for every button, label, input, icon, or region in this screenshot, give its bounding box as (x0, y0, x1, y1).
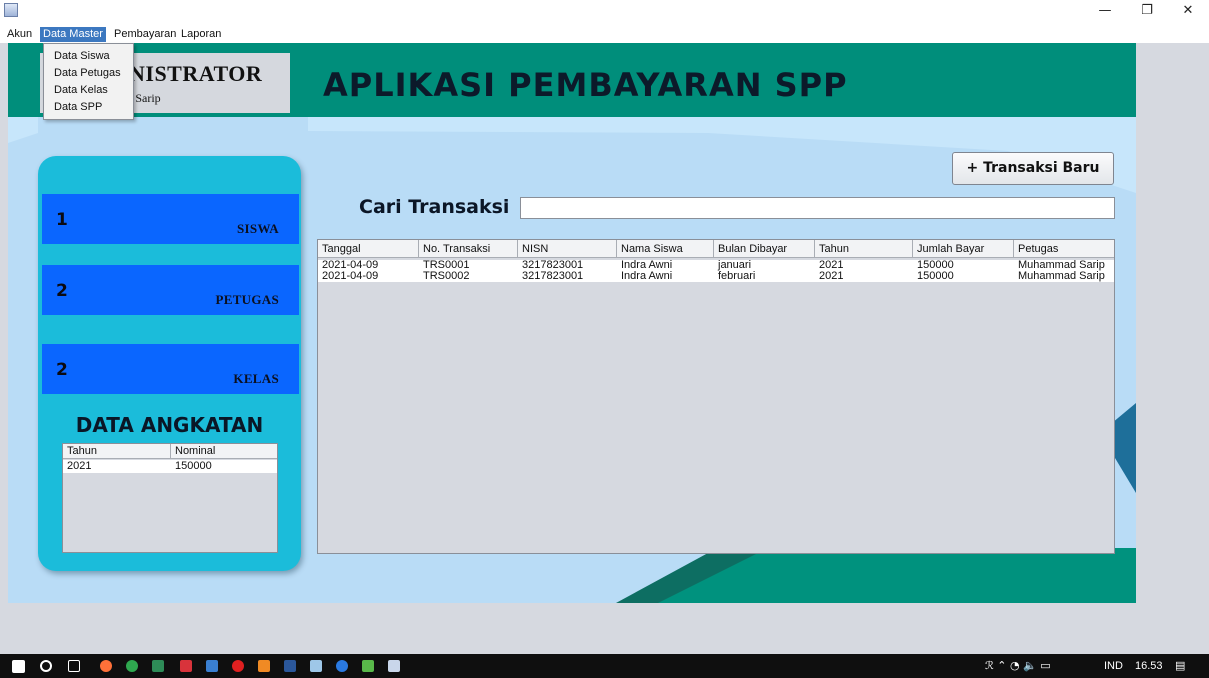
column-header-tahun[interactable]: Tahun (63, 444, 171, 459)
cell-bulan-dibayar: februari (718, 270, 756, 282)
stat-card-kelas: 2 KELAS (42, 344, 299, 394)
column-header-bulan-dibayar[interactable]: Bulan Dibayar (714, 240, 815, 258)
file-explorer-icon[interactable] (206, 660, 218, 672)
angkatan-table[interactable]: Tahun Nominal 2021 150000 (62, 443, 278, 553)
minimize-button[interactable]: — (1085, 0, 1125, 22)
windows-taskbar: ℛ ⌃ ◔ 🔈 ▭ IND 16.53 ▤ (0, 654, 1209, 678)
stat-kelas-label: KELAS (233, 371, 279, 386)
stat-siswa-value: 1 (56, 210, 68, 230)
menu-laporan[interactable]: Laporan (178, 27, 224, 42)
table-row[interactable]: 2021-04-09 TRS0002 3217823001 Indra Awni… (318, 271, 1114, 282)
menu-item-data-siswa[interactable]: Data Siswa (54, 50, 110, 62)
table-header: Tahun Nominal (63, 444, 277, 459)
notes-icon[interactable] (310, 660, 322, 672)
cell-tahun: 2021 (819, 270, 844, 282)
menu-bar: Akun Data Master Pembayaran Laporan (0, 26, 1209, 43)
cell-petugas: Muhammad Sarip (1018, 270, 1105, 282)
angkatan-title: DATA ANGKATAN (75, 413, 264, 437)
stat-card-petugas: 2 PETUGAS (42, 265, 299, 315)
menu-item-data-petugas[interactable]: Data Petugas (54, 67, 121, 79)
transactions-table[interactable]: Tanggal No. Transaksi NISN Nama Siswa Bu… (317, 239, 1115, 554)
xampp-icon[interactable] (258, 660, 270, 672)
chrome-icon[interactable] (126, 660, 138, 672)
cell-jumlah-bayar: 150000 (917, 270, 954, 282)
cell-nisn: 3217823001 (522, 270, 584, 282)
menu-data-master[interactable]: Data Master (40, 27, 106, 42)
close-button[interactable]: ✕ (1168, 0, 1208, 22)
clock[interactable]: 16.53 (1135, 654, 1163, 678)
java-taskbar-icon[interactable] (388, 660, 400, 672)
new-transaction-button[interactable]: + Transaksi Baru (952, 152, 1114, 185)
admin-role-title: NISTRATOR (129, 61, 263, 86)
cell-no-transaksi: TRS0002 (423, 270, 470, 282)
windows-start-icon[interactable] (12, 660, 25, 673)
app-icon[interactable] (362, 660, 374, 672)
search-icon[interactable] (40, 660, 52, 672)
java-app-icon (4, 3, 18, 17)
foxit-icon[interactable] (180, 660, 192, 672)
column-header-tahun[interactable]: Tahun (815, 240, 913, 258)
stat-card-siswa: 1 SISWA (42, 194, 299, 244)
menu-item-data-kelas[interactable]: Data Kelas (54, 84, 108, 96)
table-header: Tanggal No. Transaksi NISN Nama Siswa Bu… (318, 240, 1114, 258)
cell-tanggal: 2021-04-09 (322, 270, 379, 282)
stat-kelas-value: 2 (56, 360, 68, 380)
app-title: APLIKASI PEMBAYARAN SPP (323, 66, 848, 104)
menu-pembayaran[interactable]: Pembayaran (111, 27, 179, 42)
stat-siswa-label: SISWA (237, 221, 279, 236)
task-view-icon[interactable] (68, 660, 80, 672)
netbeans-icon[interactable] (152, 660, 164, 672)
search-label: Cari Transaksi (359, 196, 510, 218)
tray-icons[interactable]: ℛ ⌃ ◔ 🔈 ▭ (985, 654, 1051, 678)
opera-icon[interactable] (232, 660, 244, 672)
window-title-bar: — ❐ ✕ (0, 0, 1209, 26)
edge-icon[interactable] (336, 660, 348, 672)
word-icon[interactable] (284, 660, 296, 672)
column-header-nominal[interactable]: Nominal (171, 444, 277, 459)
cell-nominal: 150000 (175, 460, 212, 472)
column-header-nisn[interactable]: NISN (518, 240, 617, 258)
cell-tahun: 2021 (67, 460, 92, 472)
search-input[interactable] (520, 197, 1115, 219)
menu-item-data-spp[interactable]: Data SPP (54, 101, 102, 113)
column-header-nama-siswa[interactable]: Nama Siswa (617, 240, 714, 258)
stat-petugas-label: PETUGAS (215, 292, 279, 307)
maximize-button[interactable]: ❐ (1127, 0, 1167, 22)
column-header-petugas[interactable]: Petugas (1014, 240, 1114, 258)
column-header-tanggal[interactable]: Tanggal (318, 240, 419, 258)
notification-icon[interactable]: ▤ (1175, 654, 1185, 678)
column-header-no-transaksi[interactable]: No. Transaksi (419, 240, 518, 258)
menu-akun[interactable]: Akun (4, 27, 35, 42)
main-panel: NISTRATOR l Sarip APLIKASI PEMBAYARAN SP… (8, 43, 1136, 603)
data-master-dropdown: Data Siswa Data Petugas Data Kelas Data … (43, 43, 134, 120)
language-indicator[interactable]: IND (1104, 654, 1123, 678)
firefox-icon[interactable] (100, 660, 112, 672)
summary-panel: 1 SISWA 2 PETUGAS 2 KELAS DATA ANGKATAN … (38, 156, 301, 571)
column-header-jumlah-bayar[interactable]: Jumlah Bayar (913, 240, 1014, 258)
cell-nama-siswa: Indra Awni (621, 270, 673, 282)
stat-petugas-value: 2 (56, 281, 68, 301)
table-row[interactable]: 2021 150000 (63, 460, 277, 473)
